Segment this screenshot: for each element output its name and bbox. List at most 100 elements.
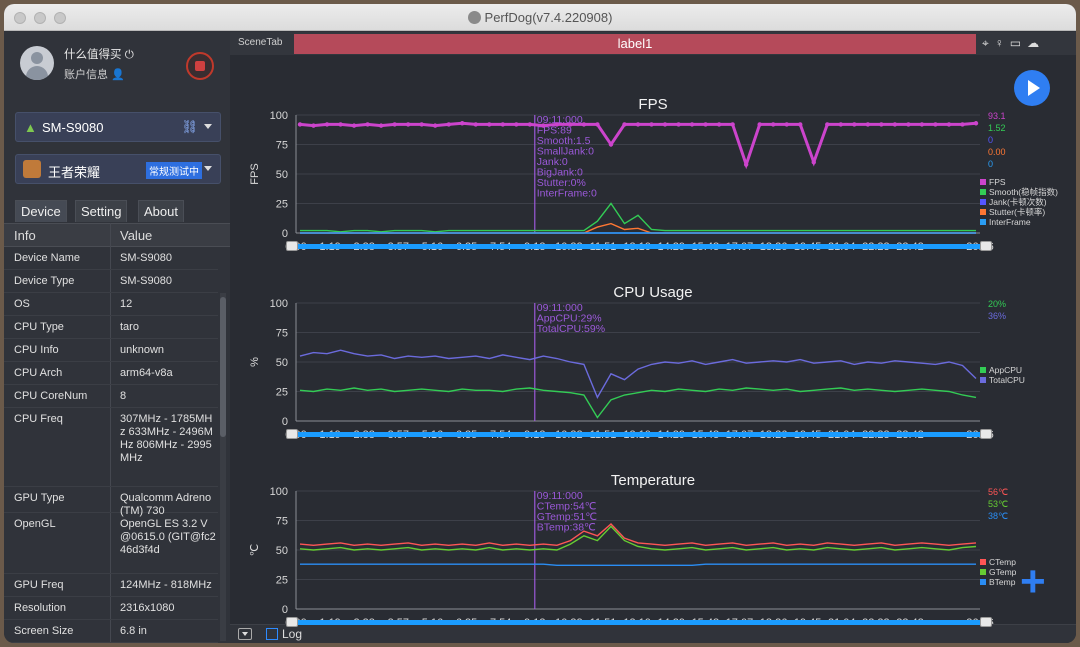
time-range-slider[interactable] (286, 429, 992, 439)
legend-swatch (980, 367, 986, 373)
current-value: 36% (988, 311, 1006, 321)
data-point (473, 122, 478, 127)
slider-start-handle[interactable] (286, 429, 298, 439)
series-line (300, 202, 976, 233)
slider-track[interactable] (292, 244, 982, 249)
slider-end-handle[interactable] (980, 429, 992, 439)
slider-end-handle[interactable] (980, 617, 992, 627)
row-key: GPU Type (14, 492, 65, 504)
data-point (676, 122, 681, 127)
add-chart-button[interactable]: + (1020, 560, 1046, 604)
slider-track[interactable] (292, 620, 982, 625)
y-tick-label: 50 (276, 169, 288, 181)
y-axis-label: FPS (249, 163, 261, 184)
table-row: CPU Arch arm64-v8a (4, 362, 218, 385)
folder-icon[interactable]: ▭ (1010, 36, 1021, 50)
slider-start-handle[interactable] (286, 241, 298, 251)
row-value: unknown (120, 344, 165, 356)
scene-label[interactable]: label1 (294, 34, 976, 54)
data-point (825, 122, 830, 127)
location-pin-icon[interactable]: ⌖ (982, 36, 989, 50)
chart-title: CPU Usage (613, 284, 692, 301)
data-point (703, 122, 708, 127)
data-point (852, 122, 857, 127)
y-tick-label: 25 (276, 199, 288, 211)
legend-swatch (980, 377, 986, 383)
scene-tab-button[interactable]: SceneTab (238, 37, 282, 48)
series-line (300, 222, 976, 234)
table-row: CPU Freq 307MHz - 1785MHz 633MHz - 2496MH… (4, 408, 218, 487)
data-point (500, 122, 505, 127)
data-point (460, 121, 465, 126)
slider-track[interactable] (292, 432, 982, 437)
data-point (446, 122, 451, 127)
data-point (554, 122, 560, 127)
sidebar-scrollbar[interactable] (220, 293, 226, 641)
data-point (527, 122, 533, 127)
table-row: Device Name SM-S9080 (4, 247, 218, 270)
data-point (716, 122, 722, 127)
current-value: 0 (988, 159, 993, 169)
slider-start-handle[interactable] (286, 617, 298, 627)
row-value: 124MHz - 818MHz (120, 579, 212, 591)
row-value: OpenGL ES 3.2 V@0615.0 (GIT@fc246d3f4d (120, 518, 216, 556)
y-axis-label: ℃ (249, 544, 261, 556)
collapse-sidebar-icon[interactable]: « (196, 636, 208, 643)
record-button[interactable] (186, 52, 214, 80)
table-row: Resolution 2316x1080 (4, 597, 218, 620)
data-point (973, 121, 979, 126)
user-name: 什么值得买 ⏻ (64, 46, 134, 62)
play-button[interactable] (1014, 70, 1050, 106)
y-tick-label: 50 (276, 357, 288, 369)
row-key: CPU Info (14, 344, 59, 356)
current-value: 1.52 (988, 123, 1006, 133)
sidebar: 什么值得买 ⏻ 账户信息 👤 ▲ SM-S9080 ⛓ 王者荣耀 常规测试中 D… (4, 32, 230, 643)
app-select-value: 王者荣耀 (48, 165, 101, 180)
table-row: Screen Size 6.8 in (4, 620, 218, 643)
data-point (838, 122, 843, 127)
table-row: CPU Type taro (4, 316, 218, 339)
legend-label: AppCPU (989, 365, 1022, 375)
data-point (622, 122, 627, 127)
row-key: OS (14, 298, 30, 310)
y-tick-label: 100 (270, 110, 288, 122)
data-point (514, 122, 519, 127)
y-tick-label: 0 (282, 228, 288, 240)
log-checkbox[interactable] (266, 628, 278, 640)
data-point (378, 123, 384, 128)
expand-panel-button[interactable] (238, 628, 252, 640)
table-row: OS 12 (4, 293, 218, 316)
power-icon[interactable]: ⏻ (125, 49, 134, 61)
current-value: 93.1 (988, 111, 1006, 121)
row-key: OpenGL (14, 518, 56, 530)
cloud-icon[interactable]: ☁ (1027, 36, 1039, 50)
usb-link-icon: ⛓ (181, 119, 198, 134)
y-tick-label: 0 (282, 416, 288, 428)
row-key: CPU Arch (14, 367, 63, 379)
avatar[interactable] (20, 46, 54, 80)
tab-setting[interactable]: Setting (75, 200, 128, 222)
data-point (933, 122, 938, 127)
app-window: PerfDog(v7.4.220908) 什么值得买 ⏻ 账户信息 👤 ▲ SM… (4, 4, 1076, 643)
perfdog-logo-icon (467, 11, 481, 24)
slider-end-handle[interactable] (980, 241, 992, 251)
row-value: 12 (120, 298, 133, 310)
row-key: Device Type (14, 275, 75, 287)
legend-label: BTemp (989, 577, 1016, 587)
time-range-slider[interactable] (286, 617, 992, 627)
lightbulb-icon[interactable]: ♀ (995, 36, 1004, 50)
app-select[interactable]: 王者荣耀 常规测试中 (15, 154, 221, 184)
data-point (743, 162, 749, 167)
data-point (392, 122, 397, 127)
tab-about[interactable]: About (138, 200, 184, 222)
scroll-thumb[interactable] (220, 297, 226, 437)
account-info[interactable]: 账户信息 👤 (64, 66, 125, 82)
data-point (297, 122, 303, 127)
device-select-value: SM-S9080 (42, 120, 104, 135)
data-point (689, 122, 695, 127)
row-key: Screen Size (14, 625, 74, 637)
tab-device[interactable]: Device (15, 200, 67, 222)
time-range-slider[interactable] (286, 241, 992, 251)
data-point (581, 122, 587, 127)
device-select[interactable]: ▲ SM-S9080 ⛓ (15, 112, 221, 142)
